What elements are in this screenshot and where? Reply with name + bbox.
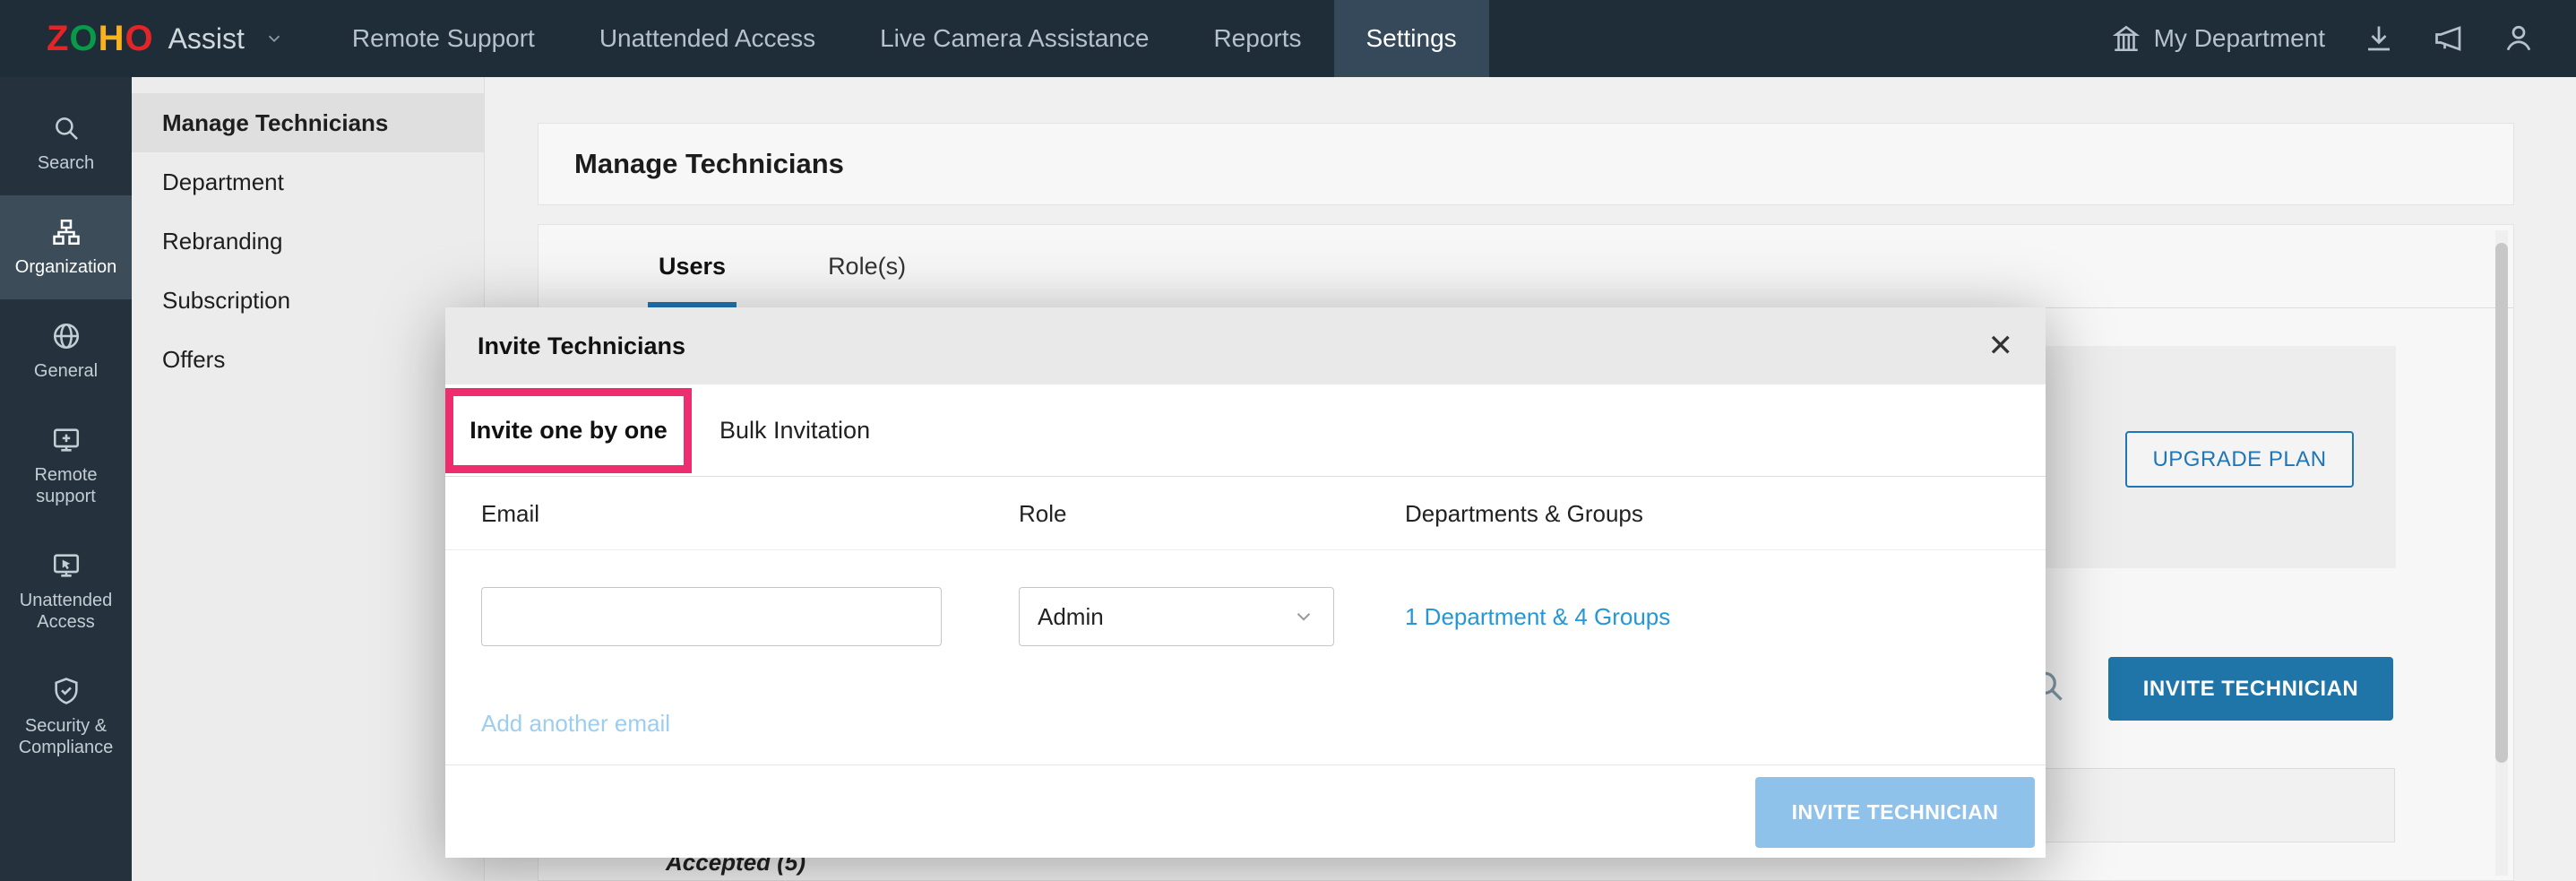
add-another-email-link[interactable]: Add another email [481,710,670,738]
download-icon[interactable] [2363,22,2395,55]
logo-letter: H [99,19,125,59]
globe-icon [51,321,82,351]
remote-support-icon [51,425,82,455]
shield-check-icon [51,676,82,706]
menu-item-department[interactable]: Department [132,152,484,212]
chevron-down-icon[interactable] [264,29,284,48]
modal-title: Invite Technicians [478,333,685,360]
upgrade-plan-button[interactable]: UPGRADE PLAN [2125,431,2354,488]
email-input[interactable] [481,587,942,646]
chevron-down-icon [1292,605,1315,628]
logo-letter: O [125,19,153,59]
modal-tab-invite-one-by-one[interactable]: Invite one by one [470,417,668,445]
content-tabs: Users Role(s) [538,225,2513,308]
logo-letter: O [69,19,98,59]
top-navigation: Remote Support Unattended Access Live Ca… [320,0,1489,77]
modal-tab-bulk-invitation[interactable]: Bulk Invitation [719,384,870,476]
nav-reports[interactable]: Reports [1181,0,1333,77]
departments-groups-link[interactable]: 1 Department & 4 Groups [1405,587,1670,646]
sidebar-item-label: Remote support [5,464,126,507]
org-chart-icon [51,217,82,247]
user-icon[interactable] [2503,22,2535,55]
department-building-icon [2111,23,2141,54]
column-header-departments-groups: Departments & Groups [1405,477,1643,550]
nav-remote-support[interactable]: Remote Support [320,0,567,77]
broadcast-icon[interactable] [2433,22,2465,55]
modal-invite-technician-button[interactable]: INVITE TECHNICIAN [1755,777,2035,848]
sidebar-item-general[interactable]: General [0,299,132,403]
modal-header: Invite Technicians ✕ [445,307,2046,384]
modal-form: Admin 1 Department & 4 Groups Add anothe… [445,550,2046,764]
menu-item-subscription[interactable]: Subscription [132,271,484,330]
topbar: Z O H O Assist Remote Support Unattended… [0,0,2576,77]
close-icon[interactable]: ✕ [1988,331,2014,361]
product-name: Assist [168,22,245,56]
tab-users[interactable]: Users [648,225,737,307]
scrollbar-thumb[interactable] [2495,243,2508,763]
modal-footer: INVITE TECHNICIAN [445,764,2046,858]
search-icon [51,113,82,143]
sidebar-item-label: Search [38,152,94,174]
menu-item-rebranding[interactable]: Rebranding [132,212,484,271]
annotation-highlight-box: Invite one by one [445,388,692,473]
my-department-label: My Department [2154,24,2325,53]
role-selected-value: Admin [1038,603,1104,631]
app-screen: Z O H O Assist Remote Support Unattended… [0,0,2576,881]
nav-settings[interactable]: Settings [1334,0,1489,77]
nav-unattended-access[interactable]: Unattended Access [567,0,848,77]
nav-live-camera-assistance[interactable]: Live Camera Assistance [848,0,1181,77]
sidebar-item-label: Unattended Access [5,590,126,633]
scrollbar-track[interactable] [2495,230,2508,876]
sidebar-item-unattended-access[interactable]: Unattended Access [0,529,132,654]
zoho-logo: Z O H O Assist [0,0,284,77]
sidebar-item-organization[interactable]: Organization [0,195,132,299]
role-select[interactable]: Admin [1019,587,1334,646]
sidebar-item-security-compliance[interactable]: Security & Compliance [0,654,132,780]
sidebar-item-label: Organization [15,256,116,278]
page-title-bar: Manage Technicians [538,123,2514,205]
sidebar-item-remote-support[interactable]: Remote support [0,403,132,529]
settings-menu: Manage Technicians Department Rebranding… [132,77,485,881]
invite-technician-button[interactable]: INVITE TECHNICIAN [2108,657,2393,721]
topbar-right: My Department [2111,0,2576,77]
zoho-wordmark: Z O H O [47,19,154,59]
left-sidebar: Search Organization General Remote suppo… [0,77,132,881]
modal-column-headers: Email Role Departments & Groups [445,477,2046,550]
sidebar-item-label: General [34,360,98,382]
invite-technicians-modal: Invite Technicians ✕ Invite one by one B… [445,307,2046,858]
menu-item-offers[interactable]: Offers [132,330,484,389]
page-title: Manage Technicians [574,148,844,180]
column-header-role: Role [1019,477,1066,550]
sidebar-item-search[interactable]: Search [0,91,132,195]
unattended-access-icon [51,550,82,581]
logo-letter: Z [47,19,69,59]
modal-tabs: Invite one by one Bulk Invitation [445,384,2046,477]
column-header-email: Email [481,477,539,550]
sidebar-item-label: Security & Compliance [5,715,126,758]
my-department-button[interactable]: My Department [2111,23,2325,54]
tab-roles[interactable]: Role(s) [817,225,917,307]
menu-item-manage-technicians[interactable]: Manage Technicians [132,93,484,152]
